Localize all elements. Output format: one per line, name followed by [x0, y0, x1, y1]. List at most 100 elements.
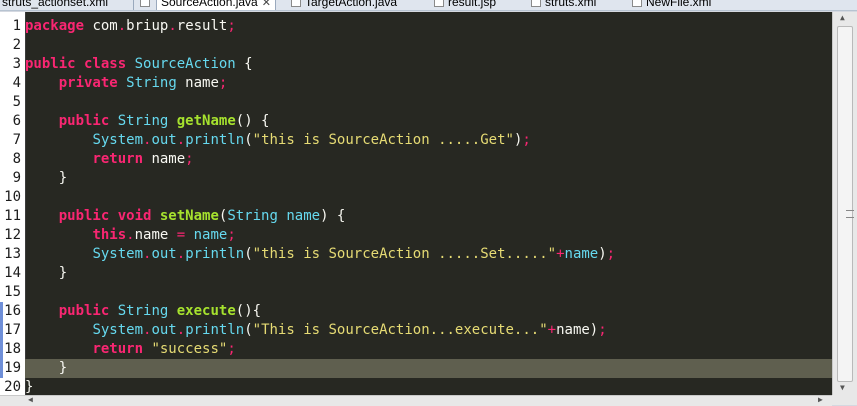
horizontal-scrollbar[interactable]: ◀ ▶ — [0, 395, 832, 406]
code-token: ; — [227, 341, 236, 357]
code-line[interactable]: } — [25, 264, 832, 283]
code-token: execute — [176, 303, 236, 319]
line-number: 15 — [4, 284, 21, 300]
code-line[interactable]: package com.briup.result; — [25, 17, 832, 36]
code-line[interactable] — [25, 283, 832, 302]
code-line[interactable]: public void setName(String name) { — [25, 207, 832, 226]
scroll-up-icon[interactable]: ▲ — [840, 13, 845, 22]
tab-targetaction-java[interactable]: TargetAction.java — [291, 0, 397, 10]
code-token: . — [168, 18, 177, 34]
tab-label: struts_actionset.xml — [2, 0, 109, 9]
tab-label: struts.xml — [545, 0, 597, 9]
code-token: out — [151, 132, 177, 148]
code-line[interactable]: return "success"; — [25, 340, 832, 359]
code-token: System — [92, 132, 144, 148]
code-token: return — [92, 151, 144, 167]
scroll-right-icon[interactable]: ▶ — [818, 395, 823, 404]
code-token: String — [126, 75, 177, 91]
line-number: 18 — [4, 341, 21, 357]
code-line[interactable]: } — [25, 169, 832, 188]
code-token: name — [193, 227, 228, 243]
tab-result-jsp[interactable]: result.jsp — [434, 0, 496, 10]
code-token: ( — [244, 132, 253, 148]
code-token: { — [252, 303, 262, 319]
editor-tab-bar: struts_actionset.xml SourceAction.java ✕… — [0, 0, 857, 11]
code-token: "this is SourceAction .....Set....." — [252, 246, 557, 262]
code-line[interactable] — [25, 188, 832, 207]
code-token: briup — [126, 18, 169, 34]
tab-label: SourceAction.java — [161, 0, 258, 9]
code-token: ; — [218, 75, 228, 91]
close-icon[interactable]: ✕ — [262, 0, 271, 9]
code-token: ; — [185, 151, 194, 167]
code-token: . — [176, 246, 186, 262]
code-token: package — [25, 18, 85, 34]
code-token: name — [176, 75, 219, 91]
code-editor[interactable]: 1 2 3 4 5 6 7 8 9 10 11 12 13 14 15 16 17 18 19 20 package … — [0, 12, 832, 395]
code-token: public void — [58, 208, 152, 224]
code-line[interactable] — [25, 93, 832, 112]
code-line[interactable]: System.out.println("this is SourceAction… — [25, 131, 832, 150]
code-line[interactable]: return name; — [25, 150, 832, 169]
scrollbar-corner — [832, 395, 857, 405]
code-line[interactable]: System.out.println("This is SourceAction… — [25, 321, 832, 340]
change-marker — [0, 302, 3, 378]
code-token: name — [564, 246, 599, 262]
line-number: 2 — [12, 37, 21, 53]
code-token: name) — [556, 322, 599, 338]
code-token: ) — [598, 246, 607, 262]
code-token: } — [25, 170, 68, 186]
code-line[interactable]: public class SourceAction { — [25, 55, 832, 74]
xml-file-icon — [632, 0, 642, 7]
tab-sourceaction-java[interactable]: SourceAction.java ✕ — [156, 0, 276, 10]
code-token: setName — [159, 208, 219, 224]
code-line[interactable]: System.out.println("this is SourceAction… — [25, 245, 832, 264]
code-token: this — [92, 227, 127, 243]
code-line[interactable]: public String getName() { — [25, 112, 832, 131]
line-number-gutter: 1 2 3 4 5 6 7 8 9 10 11 12 13 14 15 16 17 18 19 20 — [0, 12, 26, 395]
tab-separator — [133, 0, 134, 10]
line-number: 5 — [12, 94, 21, 110]
code-line[interactable] — [25, 36, 832, 55]
java-file-icon — [140, 0, 150, 10]
code-token: name — [134, 227, 177, 243]
code-line[interactable]: private String name; — [25, 74, 832, 93]
tab-struts-actionset-xml[interactable]: struts_actionset.xml — [2, 0, 108, 10]
code-token: public — [58, 303, 110, 319]
code-line[interactable]: } — [25, 359, 832, 378]
vertical-scrollbar[interactable]: ▲ ▼ — [832, 12, 857, 395]
code-token: private — [58, 75, 118, 91]
code-line[interactable]: this.name = name; — [25, 226, 832, 245]
tab-newfile-xml[interactable]: NewFile.xml — [632, 0, 711, 10]
code-token: System — [92, 246, 144, 262]
code-token: ; — [522, 132, 531, 148]
grip-icon — [846, 210, 854, 218]
line-number: 19 — [4, 360, 21, 376]
code-token: name — [286, 208, 321, 224]
xml-file-icon — [531, 0, 541, 7]
code-token: return — [92, 341, 144, 357]
scroll-left-icon[interactable]: ◀ — [28, 395, 33, 404]
code-token: name — [143, 151, 186, 167]
code-token: () { — [235, 113, 270, 129]
line-number: 6 — [12, 113, 21, 129]
scrollbar-thumb[interactable] — [837, 26, 854, 382]
tab-struts-xml[interactable]: struts.xml — [531, 0, 596, 10]
scroll-down-icon[interactable]: ▼ — [840, 383, 845, 392]
code-token: println — [185, 322, 245, 338]
code-token: ( — [244, 322, 253, 338]
code-token: public class — [25, 56, 127, 72]
code-line[interactable]: public String execute(){ — [25, 302, 832, 321]
code-token: ; — [598, 322, 607, 338]
code-token: { — [235, 56, 253, 72]
